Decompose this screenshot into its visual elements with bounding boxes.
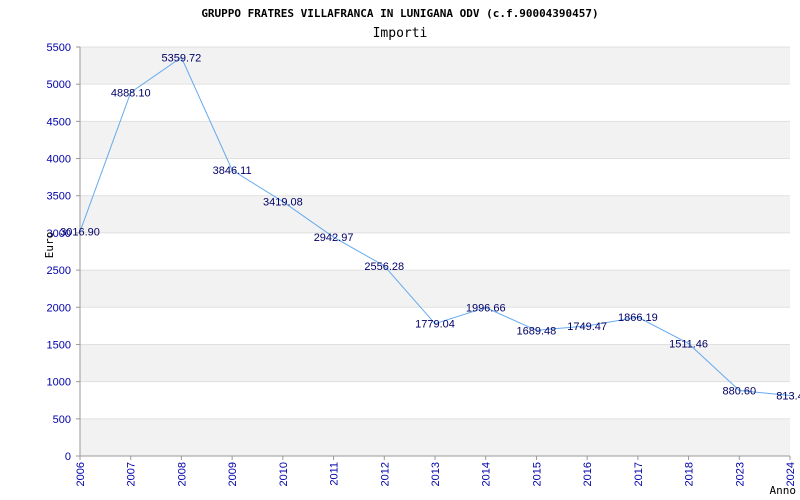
x-tick-label: 2018 [684,462,696,486]
data-label: 1689.48 [517,325,557,337]
y-tick-label: 3500 [47,191,71,203]
chart-subtitle: Importi [373,26,428,41]
plot-background-bands [80,47,790,456]
axes [76,46,791,460]
plot-band [80,195,790,233]
x-tick-label: 2012 [379,462,391,486]
data-label: 880.60 [722,386,756,398]
y-tick-label: 5000 [47,79,71,91]
x-tick-label: 2009 [227,462,239,486]
x-tick-label: 2023 [734,462,746,486]
data-label: 1749.47 [567,321,607,333]
y-tick-label: 500 [53,414,71,426]
data-label: 1779.04 [415,319,455,331]
x-axis-label: Anno [770,484,797,497]
y-tick-label: 2000 [47,302,71,314]
y-tick-label: 5500 [47,42,71,54]
data-label: 5359.72 [162,52,202,64]
y-tick-label: 1500 [47,339,71,351]
x-tick-label: 2007 [126,462,138,486]
x-tick-label: 2017 [633,462,645,486]
x-tick-label: 2016 [582,462,594,486]
data-label: 4888.10 [111,88,151,100]
data-label: 1866.19 [618,312,658,324]
x-tick-label: 2024 [785,462,797,486]
x-tick-label: 2006 [75,462,87,486]
data-label: 2942.97 [314,232,354,244]
x-tick-label: 2008 [176,462,188,486]
plot-band [80,121,790,159]
x-tick-label: 2013 [430,462,442,486]
x-tick-label: 2014 [481,462,493,486]
x-tick-label: 2011 [329,462,341,486]
y-tick-label: 4000 [47,154,71,166]
y-tick-label: 0 [65,451,71,463]
data-label: 1511.46 [669,339,708,351]
plot-band [80,270,790,308]
y-tick-label: 2500 [47,265,71,277]
y-tick-label: 4500 [47,116,71,128]
chart-title: GRUPPO FRATRES VILLAFRANCA IN LUNIGANA O… [201,7,598,20]
data-label: 813.4 [776,391,800,403]
data-label: 2556.28 [364,261,404,273]
line-chart: 0500100015002000250030003500400045005000… [43,7,800,497]
data-label: 3419.08 [263,197,303,209]
x-tick-label: 2010 [278,462,290,486]
y-axis-label: Euro [43,232,56,259]
data-label: 3016.90 [60,227,100,239]
data-label: 3846.11 [213,165,252,177]
x-tick-label: 2015 [531,462,543,486]
data-label: 1996.66 [466,303,506,315]
plot-band [80,418,790,456]
y-tick-label: 1000 [47,377,71,389]
